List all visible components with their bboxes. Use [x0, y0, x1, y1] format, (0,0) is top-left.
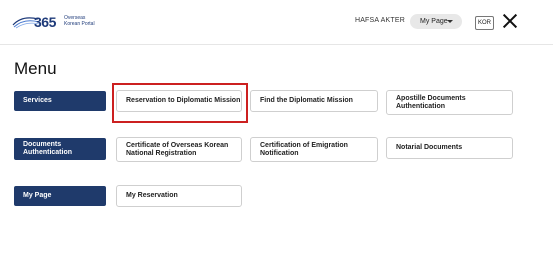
my-page-dropdown-label: My Page [420, 18, 448, 25]
menu-item-certificate-overseas-korean-registration[interactable]: Certificate of Overseas Korean National … [116, 137, 242, 162]
category-services[interactable]: Services [14, 91, 106, 111]
menu-item-my-reservation[interactable]: My Reservation [116, 185, 242, 207]
language-button[interactable]: KOR [475, 16, 494, 30]
menu-item-find-diplomatic-mission[interactable]: Find the Diplomatic Mission [250, 90, 378, 112]
highlight-box [112, 83, 248, 123]
close-icon[interactable] [502, 13, 518, 29]
logo-subtitle: Overseas Korean Portal [64, 15, 95, 27]
menu-item-apostille-documents-authentication[interactable]: Apostille Documents Authentication [386, 90, 513, 115]
portal-logo[interactable]: 365 Overseas Korean Portal [12, 12, 95, 32]
caret-down-icon [447, 20, 453, 23]
header-divider [0, 44, 553, 45]
category-my-page[interactable]: My Page [14, 186, 106, 206]
category-documents-authentication[interactable]: Documents Authentication [14, 138, 106, 160]
logo-number: 365 [34, 14, 56, 30]
page-title: Menu [14, 59, 57, 78]
menu-item-notarial-documents[interactable]: Notarial Documents [386, 137, 513, 159]
menu-item-certification-emigration-notification[interactable]: Certification of Emigration Notification [250, 137, 378, 162]
my-page-dropdown[interactable]: My Page [410, 14, 462, 29]
user-name: HAFSA AKTER [354, 17, 405, 24]
